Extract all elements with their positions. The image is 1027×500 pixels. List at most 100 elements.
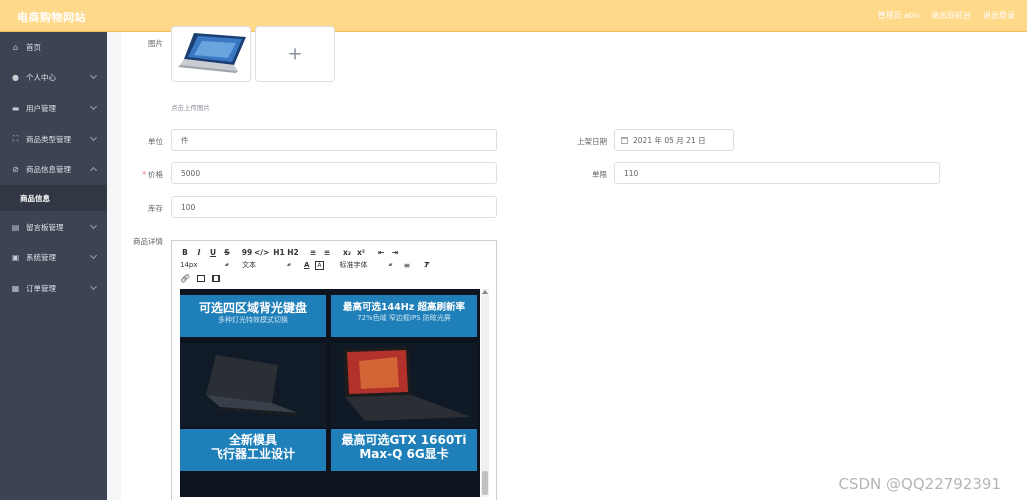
sidebar-item-label: 首页 bbox=[26, 42, 41, 52]
promo-tile-gpu: 最高可选GTX 1660Ti Max-Q 6G显卡 bbox=[331, 429, 477, 471]
blockquote-button[interactable]: 99 bbox=[240, 248, 254, 257]
bullet-list-button[interactable]: ≡ bbox=[320, 248, 334, 257]
sidebar-item-label: 留言板管理 bbox=[26, 222, 64, 232]
order-icon: ▦ bbox=[11, 283, 20, 293]
plus-icon: + bbox=[287, 43, 303, 65]
promo-tile-keyboard: 可选四区域背光键盘 多种灯光特效模式切换 bbox=[180, 295, 326, 337]
header1-button[interactable]: H1 bbox=[272, 248, 286, 257]
listing-date-label: 上架日期 bbox=[577, 137, 607, 146]
chevron-up-icon bbox=[89, 166, 98, 175]
sidebar-item-orders[interactable]: ▦ 订单管理 bbox=[0, 275, 107, 301]
sidebar-item-label: 商品信息管理 bbox=[26, 164, 71, 174]
promo-tile-design: 全新模具 飞行器工业设计 bbox=[180, 429, 326, 471]
superscript-button[interactable]: x² bbox=[354, 248, 368, 257]
font-family-select[interactable]: 标准字体 bbox=[340, 260, 392, 270]
editor-content-image[interactable]: 可选四区域背光键盘 多种灯光特效模式切换 最高可选144Hz 超高刷新率 72%… bbox=[180, 289, 480, 497]
form-panel: 图片 + 点击上传图片 单位 件 上架日期 2021 年 05 月 21 日 *… bbox=[121, 26, 1027, 500]
upload-image-button[interactable]: + bbox=[255, 26, 335, 82]
chevron-down-icon bbox=[89, 133, 98, 142]
video-icon[interactable] bbox=[212, 274, 221, 282]
listing-date-value: 2021 年 05 月 21 日 bbox=[633, 135, 706, 145]
unit-input[interactable]: 件 bbox=[171, 129, 497, 151]
ordered-list-button[interactable]: ≡ bbox=[306, 248, 320, 257]
promo-laptop-image-left bbox=[180, 343, 326, 427]
listing-date-picker[interactable]: 2021 年 05 月 21 日 bbox=[614, 129, 734, 151]
header2-button[interactable]: H2 bbox=[286, 248, 300, 257]
category-icon: ⛶ bbox=[12, 134, 19, 143]
promo-title: 最高可选144Hz 超高刷新率 bbox=[342, 302, 466, 313]
sidebar-item-label: 订单管理 bbox=[26, 283, 56, 293]
sales-input[interactable]: 110 bbox=[614, 162, 940, 184]
outdent-button[interactable]: ⇤ bbox=[374, 248, 388, 257]
sidebar-item-label: 个人中心 bbox=[26, 72, 56, 82]
editor-scrollbar[interactable] bbox=[481, 289, 489, 497]
site-brand[interactable]: 电商购物网站 bbox=[17, 9, 86, 25]
admin-user-link[interactable]: 管理员 abo bbox=[878, 10, 919, 21]
detail-label: 商品详情 bbox=[133, 237, 163, 246]
user-manage-icon: ▬ bbox=[11, 103, 20, 113]
promo-subtitle: 多种灯光特效模式切换 bbox=[218, 316, 288, 325]
italic-button[interactable]: I bbox=[192, 248, 206, 257]
back-to-frontend-link[interactable]: 退出到前台 bbox=[931, 10, 971, 21]
font-color-icon[interactable]: A bbox=[304, 261, 309, 269]
bold-button[interactable]: B bbox=[178, 248, 192, 257]
underline-button[interactable]: U bbox=[206, 248, 220, 257]
clear-format-icon[interactable]: T̷ bbox=[424, 261, 429, 269]
align-icon[interactable]: ≡ bbox=[404, 261, 411, 270]
sidebar-item-label: 用户管理 bbox=[26, 103, 56, 113]
home-icon: ⌂ bbox=[12, 42, 19, 52]
top-header: 电商购物网站 管理员 abo 退出到前台 退出登录 bbox=[0, 0, 1027, 32]
uploaded-image-thumbnail[interactable] bbox=[171, 26, 251, 82]
strike-button[interactable]: S bbox=[220, 248, 234, 257]
promo-title-line2: 飞行器工业设计 bbox=[210, 447, 295, 462]
font-size-select[interactable]: 14px bbox=[180, 261, 228, 269]
price-label-wrapper: * 价格 bbox=[141, 169, 163, 180]
sidebar-item-messages[interactable]: ▤ 留言板管理 bbox=[0, 214, 107, 240]
chevron-down-icon bbox=[89, 282, 98, 291]
promo-title-line2: Max-Q 6G显卡 bbox=[359, 447, 449, 462]
sidebar-item-system[interactable]: ▣ 系统管理 bbox=[0, 244, 107, 270]
chevron-down-icon bbox=[89, 251, 98, 260]
indent-button[interactable]: ⇥ bbox=[388, 248, 402, 257]
image-icon[interactable] bbox=[197, 274, 206, 282]
sidebar: ⌂ 首页 ● 个人中心 ▬ 用户管理 ⛶ 商品类型管理 ⊘ 商品信息管理 商品信… bbox=[0, 32, 107, 500]
logout-link[interactable]: 退出登录 bbox=[983, 10, 1015, 21]
sidebar-item-home[interactable]: ⌂ 首页 bbox=[0, 34, 107, 60]
price-input[interactable]: 5000 bbox=[171, 162, 497, 184]
sidebar-item-categories[interactable]: ⛶ 商品类型管理 bbox=[0, 126, 107, 152]
main-content: 图片 + 点击上传图片 单位 件 上架日期 2021 年 05 月 21 日 *… bbox=[107, 26, 1027, 500]
calendar-icon bbox=[621, 136, 628, 144]
scrollbar-thumb[interactable] bbox=[482, 471, 488, 495]
link-icon[interactable]: 🔗︎ bbox=[180, 274, 190, 283]
price-label: 价格 bbox=[148, 170, 163, 179]
background-color-icon[interactable]: A bbox=[315, 260, 324, 270]
csdn-watermark: CSDN @QQ22792391 bbox=[838, 475, 1002, 493]
rich-text-editor[interactable]: B I U S 99 </> H1 H2 ≡ ≡ x₂ x² ⇤ ⇥ 14px … bbox=[171, 240, 497, 500]
promo-tile-refresh: 最高可选144Hz 超高刷新率 72%色域 窄边框IPS 防眩光屏 bbox=[331, 295, 477, 337]
chevron-down-icon bbox=[89, 221, 98, 230]
promo-title: 最高可选GTX 1660Ti bbox=[341, 433, 467, 447]
sidebar-item-users[interactable]: ▬ 用户管理 bbox=[0, 95, 107, 121]
promo-title: 全新模具 bbox=[228, 433, 277, 447]
editor-toolbar-row3: 🔗︎ bbox=[180, 271, 221, 285]
sidebar-subitem-goods-info[interactable]: 商品信息 bbox=[0, 185, 107, 211]
editor-toolbar-row2: 14px 文本 A A 标准字体 ≡ T̷ bbox=[180, 258, 429, 272]
code-block-button[interactable]: </> bbox=[254, 248, 269, 257]
sales-label: 单限 bbox=[592, 170, 607, 179]
message-icon: ▤ bbox=[11, 222, 20, 232]
settings-icon: ▣ bbox=[11, 252, 20, 262]
chevron-down-icon bbox=[89, 102, 98, 111]
scroll-up-arrow-icon[interactable] bbox=[482, 290, 488, 294]
stock-input[interactable]: 100 bbox=[171, 196, 497, 218]
subscript-button[interactable]: x₂ bbox=[340, 248, 354, 257]
unit-label: 单位 bbox=[148, 137, 163, 146]
sidebar-item-profile[interactable]: ● 个人中心 bbox=[0, 64, 107, 90]
laptop-image bbox=[172, 27, 250, 81]
text-style-select[interactable]: 文本 bbox=[242, 260, 290, 270]
editor-toolbar-row1: B I U S 99 </> H1 H2 ≡ ≡ x₂ x² ⇤ ⇥ bbox=[178, 245, 402, 259]
sidebar-item-label: 系统管理 bbox=[26, 252, 56, 262]
sidebar-item-goods[interactable]: ⊘ 商品信息管理 bbox=[0, 156, 107, 182]
required-mark: * bbox=[142, 170, 146, 179]
promo-subtitle: 72%色域 窄边框IPS 防眩光屏 bbox=[357, 314, 451, 323]
promo-title: 可选四区域背光键盘 bbox=[198, 301, 307, 315]
